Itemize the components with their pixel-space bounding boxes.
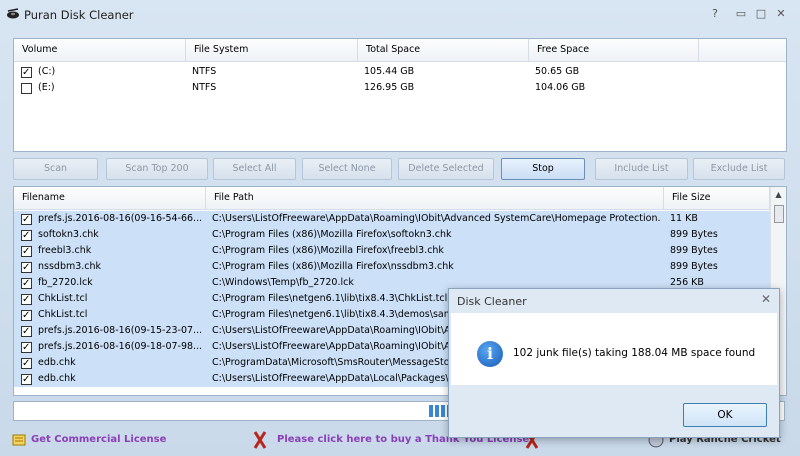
- file-checkbox[interactable]: [21, 244, 32, 260]
- file-checkbox[interactable]: [21, 324, 32, 340]
- file-checkbox[interactable]: [21, 308, 32, 324]
- scroll-thumb[interactable]: [774, 205, 784, 223]
- file-size: 11 KB: [670, 213, 698, 224]
- file-row[interactable]: freebl3.chk C:\Program Files (x86)\Mozill…: [14, 243, 770, 260]
- volume-total: 105.44 GB: [364, 66, 415, 77]
- column-header-file-path[interactable]: File Path: [206, 187, 664, 209]
- volume-fs: NTFS: [192, 66, 217, 77]
- file-header: Filename File Path File Size: [14, 187, 770, 210]
- file-name: prefs.js.2016-08-16(09-15-23-07...: [38, 325, 203, 336]
- dialog-ok-button[interactable]: OK: [683, 403, 767, 427]
- file-row[interactable]: prefs.js.2016-08-16(09-16-54-66... C:\Use…: [14, 211, 770, 228]
- file-checkbox[interactable]: [21, 340, 32, 356]
- file-row[interactable]: softokn3.chk C:\Program Files (x86)\Mozil…: [14, 227, 770, 244]
- file-name: prefs.js.2016-08-16(09-18-07-98...: [38, 341, 203, 352]
- scan-top-200-button[interactable]: Scan Top 200: [106, 158, 208, 180]
- volume-header: Volume File System Total Space Free Spac…: [14, 39, 786, 62]
- file-path: C:\Users\ListOfFreeware\AppData\Roaming\…: [212, 213, 660, 224]
- file-name: edb.chk: [38, 357, 76, 368]
- select-none-button[interactable]: Select None: [302, 158, 392, 180]
- column-header-total-space[interactable]: Total Space: [358, 39, 529, 61]
- file-name: fb_2720.lck: [38, 277, 93, 288]
- column-header-free-space[interactable]: Free Space: [529, 39, 699, 61]
- file-name: nssdbm3.chk: [38, 261, 102, 272]
- get-commercial-license-link[interactable]: Get Commercial License: [31, 434, 166, 445]
- column-header-filename[interactable]: Filename: [14, 187, 206, 209]
- minimize-button[interactable]: ▭: [732, 6, 750, 22]
- file-name: prefs.js.2016-08-16(09-16-54-66...: [38, 213, 203, 224]
- volume-free: 104.06 GB: [535, 82, 586, 93]
- scan-button[interactable]: Scan: [13, 158, 98, 180]
- file-size: 899 Bytes: [670, 245, 718, 256]
- file-name: ChkList.tcl: [38, 293, 88, 304]
- file-name: edb.chk: [38, 373, 76, 384]
- volume-fs: NTFS: [192, 82, 217, 93]
- volume-checkbox[interactable]: [21, 65, 32, 81]
- volume-total: 126.95 GB: [364, 82, 415, 93]
- maximize-button[interactable]: □: [752, 6, 770, 22]
- file-checkbox[interactable]: [21, 292, 32, 308]
- ribbon-icon: [253, 431, 267, 449]
- file-row[interactable]: nssdbm3.chk C:\Program Files (x86)\Mozill…: [14, 259, 770, 276]
- file-name: freebl3.chk: [38, 245, 92, 256]
- delete-selected-button[interactable]: Delete Selected: [398, 158, 494, 180]
- volume-row[interactable]: (C:) NTFS 105.44 GB 50.65 GB: [14, 64, 786, 81]
- column-header-volume[interactable]: Volume: [14, 39, 186, 61]
- close-button[interactable]: ✕: [772, 6, 790, 22]
- scroll-up-arrow-icon[interactable]: ▲: [771, 187, 786, 202]
- column-header-file-size[interactable]: File Size: [664, 187, 770, 209]
- file-checkbox[interactable]: [21, 260, 32, 276]
- file-checkbox[interactable]: [21, 228, 32, 244]
- file-name: ChkList.tcl: [38, 309, 88, 320]
- dialog-title: Disk Cleaner: [457, 295, 527, 308]
- info-icon: i: [477, 341, 503, 367]
- exclude-list-button[interactable]: Exclude List: [693, 158, 785, 180]
- volume-free: 50.65 GB: [535, 66, 580, 77]
- license-icon: [12, 434, 26, 446]
- file-path: C:\Program Files (x86)\Mozilla Firefox\f…: [212, 245, 444, 256]
- volume-name: (C:): [38, 66, 56, 77]
- file-checkbox[interactable]: [21, 356, 32, 372]
- dialog-close-button[interactable]: ✕: [761, 292, 771, 306]
- file-path: C:\Program Files (x86)\Mozilla Firefox\s…: [212, 229, 452, 240]
- title-bar: Puran Disk Cleaner ? ▭ □ ✕: [0, 0, 800, 30]
- column-header-file-system[interactable]: File System: [186, 39, 358, 61]
- file-name: softokn3.chk: [38, 229, 99, 240]
- file-checkbox[interactable]: [21, 276, 32, 292]
- disk-cleaner-dialog: Disk Cleaner ✕ i 102 junk file(s) taking…: [448, 288, 780, 438]
- volume-row[interactable]: (E:) NTFS 126.95 GB 104.06 GB: [14, 80, 786, 96]
- help-button[interactable]: ?: [706, 6, 724, 22]
- file-size: 899 Bytes: [670, 261, 718, 272]
- file-checkbox[interactable]: [21, 372, 32, 388]
- disk-cleaner-icon: [7, 8, 19, 19]
- main-window: Puran Disk Cleaner ? ▭ □ ✕ Volume File S…: [0, 0, 800, 456]
- file-size: 899 Bytes: [670, 229, 718, 240]
- volume-list[interactable]: Volume File System Total Space Free Spac…: [13, 38, 787, 152]
- include-list-button[interactable]: Include List: [595, 158, 688, 180]
- stop-button[interactable]: Stop: [501, 158, 585, 180]
- volume-checkbox[interactable]: [21, 83, 32, 94]
- file-checkbox[interactable]: [21, 212, 32, 228]
- window-title: Puran Disk Cleaner: [24, 8, 134, 22]
- file-path: C:\Program Files (x86)\Mozilla Firefox\n…: [212, 261, 454, 272]
- dialog-message: 102 junk file(s) taking 188.04 MB space …: [513, 347, 756, 359]
- select-all-button[interactable]: Select All: [213, 158, 296, 180]
- volume-name: (E:): [38, 82, 55, 93]
